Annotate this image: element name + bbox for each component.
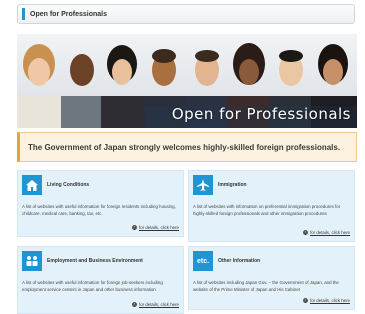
welcome-notice: The Government of Japan strongly welcome… bbox=[17, 132, 357, 162]
card-title: Other Information bbox=[218, 258, 261, 264]
header-accent bbox=[22, 8, 25, 20]
page: Open for Professionals Open for Professi… bbox=[0, 0, 365, 314]
card-title: Immigration bbox=[218, 182, 247, 188]
arrow-circle-icon: › bbox=[302, 298, 308, 303]
section-title: Open for Professionals bbox=[30, 10, 108, 18]
card-description: A list of websites with useful informati… bbox=[22, 280, 163, 292]
card-description: A list of websites with information on p… bbox=[193, 204, 341, 216]
details-link[interactable]: › for details, click here bbox=[302, 230, 350, 235]
arrow-circle-icon: › bbox=[131, 225, 137, 230]
details-link[interactable]: › for details, click here bbox=[302, 298, 350, 303]
card-description: A list of websites with useful informati… bbox=[22, 204, 176, 216]
arrow-circle-icon: › bbox=[302, 230, 308, 235]
section-header: Open for Professionals bbox=[17, 4, 355, 24]
hero-banner[interactable]: Open for Professionals bbox=[17, 34, 357, 128]
details-link[interactable]: › for details, click here bbox=[131, 225, 179, 230]
etc-icon: etc. bbox=[193, 251, 213, 271]
card-description: A list of websites including Japan Gov. … bbox=[193, 280, 339, 292]
card-other-information: etc. Other Information A list of website… bbox=[188, 246, 355, 310]
details-link-label[interactable]: for details, click here bbox=[139, 302, 179, 307]
card-title: Employment and Business Environment bbox=[47, 258, 143, 264]
card-employment: Employment and Business Environment A li… bbox=[17, 246, 184, 314]
card-immigration: Immigration A list of websites with info… bbox=[188, 170, 355, 242]
airplane-icon bbox=[193, 175, 213, 195]
details-link-label[interactable]: for details, click here bbox=[310, 298, 350, 303]
details-link-label[interactable]: for details, click here bbox=[139, 225, 179, 230]
people-icon bbox=[22, 251, 42, 271]
card-title: Living Conditions bbox=[47, 182, 90, 188]
details-link[interactable]: › for details, click here bbox=[131, 302, 179, 307]
arrow-circle-icon: › bbox=[131, 302, 137, 307]
details-link-label[interactable]: for details, click here bbox=[310, 230, 350, 235]
house-icon bbox=[22, 175, 42, 195]
etc-icon-label: etc. bbox=[196, 257, 210, 265]
card-living-conditions: Living Conditions A list of websites wit… bbox=[17, 170, 184, 237]
banner-caption: Open for Professionals bbox=[171, 105, 351, 123]
